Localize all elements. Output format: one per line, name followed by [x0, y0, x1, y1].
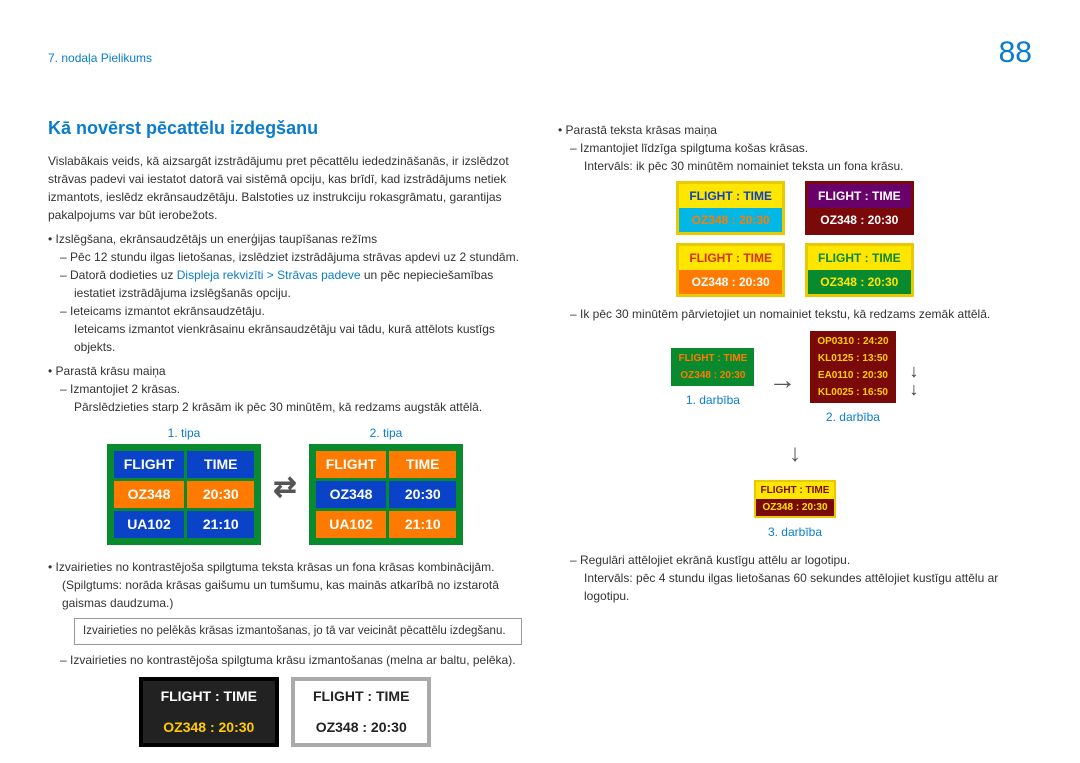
chapter-label: 7. nodaļa Pielikums [48, 49, 152, 67]
board-white: FLIGHT : TIME OZ348 : 20:30 [291, 677, 431, 747]
board-type1: FLIGHT TIME OZ348 20:30 UA102 21:10 [107, 444, 262, 545]
link-display-properties[interactable]: Displeja rekvizīti > Strāvas padeve [177, 268, 361, 282]
type1-label: 1. tipa [107, 424, 262, 442]
bullet-color-change: Parastā krāsu maiņa [62, 362, 522, 380]
arrow-right-icon: → [768, 359, 796, 401]
bullet-contrast: Izvairieties no kontrastējoša spilgtuma … [62, 558, 522, 612]
section-heading: Kā novērst pēcattēlu izdegšanu [48, 115, 522, 142]
dash-moving-logo: Regulāri attēlojiet ekrānā kustīgu attēl… [584, 551, 1032, 605]
note-grey: Izvairieties no pelēkās krāsas izmantoša… [74, 618, 522, 645]
swap-arrow-icon: ⇄ [273, 466, 296, 508]
dash-screensaver: Ieteicams izmantot ekrānsaudzētāju. Iete… [74, 302, 522, 356]
dash-bright-colors: Izmantojiet līdzīga spilgtuma košas krās… [584, 139, 1032, 175]
bullet-text-color: Parastā teksta krāsas maiņa [572, 121, 1032, 139]
board-yellow-red: FLIGHT : TIME OZ348 : 20:30 [676, 243, 785, 297]
intro-text: Vislabākais veids, kā aizsargāt izstrādā… [48, 152, 522, 224]
arrow-down-icon: ↓ [558, 436, 1032, 472]
type2-label: 2. tipa [309, 424, 464, 442]
board-black: FLIGHT : TIME OZ348 : 20:30 [139, 677, 279, 747]
step3-label: 3. darbība [754, 523, 837, 541]
board-step3: FLIGHT : TIME OZ348 : 20:30 [754, 480, 837, 518]
dash-display-props: Datorā dodieties uz Displeja rekvizīti >… [74, 266, 522, 302]
bullet-power: Izslēgšana, ekrānsaudzētājs un enerģijas… [62, 230, 522, 248]
step2-label: 2. darbība [810, 408, 895, 426]
board-step1: FLIGHT : TIME OZ348 : 20:30 [671, 348, 754, 386]
board-dark-violet: FLIGHT : TIME OZ348 : 20:30 [805, 181, 914, 235]
step1-label: 1. darbība [671, 391, 754, 409]
dash-avoid-bw: Izvairieties no kontrastējoša spilgtuma … [74, 651, 522, 669]
board-step2: OP0310 : 24:20 KL0125 : 13:50 EA0110 : 2… [810, 331, 895, 403]
dash-12h: Pēc 12 stundu ilgas lietošanas, izslēdzi… [74, 248, 522, 266]
board-yellow-blue: FLIGHT : TIME OZ348 : 20:30 [676, 181, 785, 235]
page-number: 88 [999, 30, 1032, 75]
scroll-arrows-icon: ↓↓ [910, 362, 919, 398]
dash-two-colors: Izmantojiet 2 krāsas. Pārslēdzieties sta… [74, 380, 522, 416]
board-yellow-green: FLIGHT : TIME OZ348 : 20:30 [805, 243, 914, 297]
dash-move-text: Ik pēc 30 minūtēm pārvietojiet un nomain… [584, 305, 1032, 323]
board-type2: FLIGHT TIME OZ348 20:30 UA102 21:10 [309, 444, 464, 545]
